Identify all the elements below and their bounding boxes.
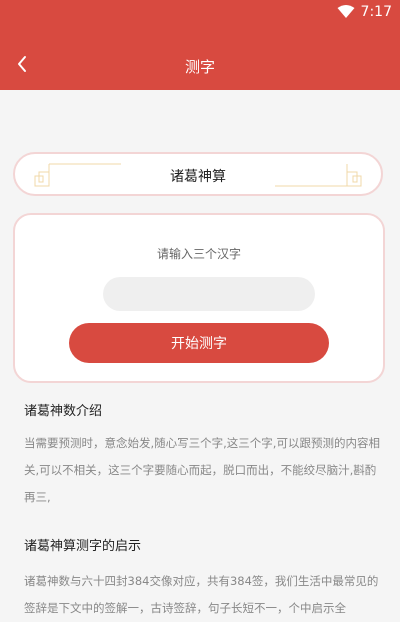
intro-text: 当需要预测时，意念始发,随心写三个字,这三个字,可以跟预测的内容相关,可以不相关…: [24, 436, 380, 504]
status-time: 7:17: [360, 4, 392, 20]
revelation-title: 诸葛神算测字的启示: [24, 539, 142, 554]
revelation-text: 诸葛神数与六十四封384交像对应，共有384签，我们生活中最常见的签辞是下文中的…: [24, 574, 379, 615]
characters-input[interactable]: [103, 277, 315, 311]
wifi-icon: [337, 5, 355, 18]
app-header: 7:17 测字: [0, 0, 400, 90]
input-card: 请输入三个汉字 开始测字: [13, 213, 385, 383]
input-prompt: 请输入三个汉字: [156, 247, 241, 261]
page-title: 测字: [184, 58, 215, 76]
start-button[interactable]: 开始测字: [69, 323, 329, 363]
status-bar: 7:17: [0, 0, 400, 26]
characters-input-wrapper: [103, 277, 315, 311]
status-icons: 7:17: [337, 4, 392, 20]
ornament-right-icon: [275, 164, 362, 187]
intro-title: 诸葛神数介绍: [24, 404, 103, 419]
feature-banner: 诸葛神算: [13, 152, 383, 196]
